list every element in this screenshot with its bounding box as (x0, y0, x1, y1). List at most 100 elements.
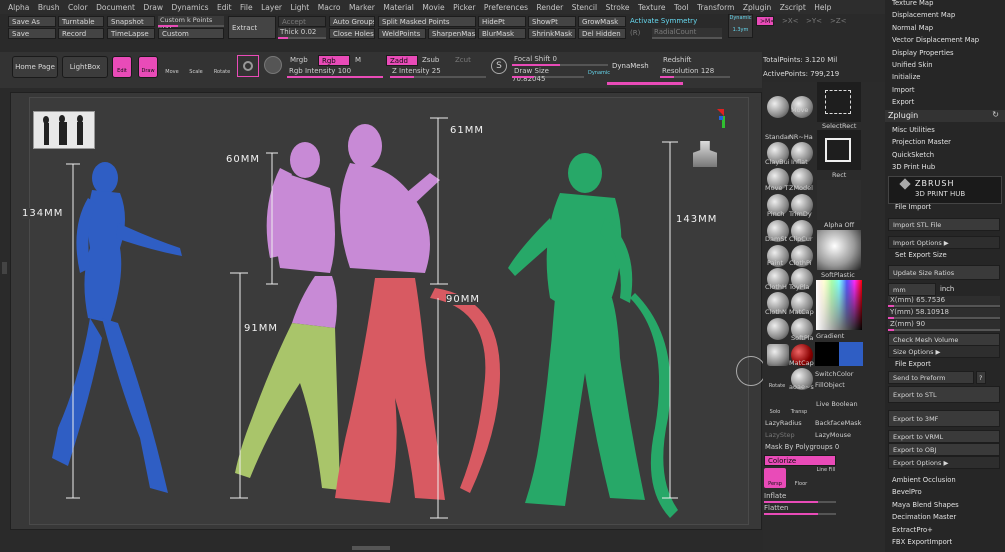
top_items-item-8[interactable]: Export (892, 98, 914, 106)
top_items-item-7[interactable]: Import (892, 86, 915, 94)
top_items-item-0[interactable]: Texture Map (892, 0, 933, 7)
export-obj-button[interactable]: Export to OBJ (888, 443, 1000, 456)
top_items-item-3[interactable]: Vector Displacement Map (892, 36, 979, 44)
lightbox-button[interactable]: LightBox (62, 56, 108, 78)
floor-button[interactable]: Floor (790, 468, 812, 488)
fill-object-button[interactable]: FillObject (815, 381, 845, 389)
z-mm-slider[interactable]: Z(mm) 90 (888, 320, 1000, 331)
radial-count-slider[interactable]: RadialCount (652, 28, 722, 39)
import-options-button[interactable]: Import Options ▶ (888, 236, 1000, 249)
rect-stroke-thumb[interactable] (817, 130, 861, 170)
menu-item-stencil[interactable]: Stencil (572, 3, 597, 12)
menu-item-document[interactable]: Document (96, 3, 135, 12)
sym-m-button[interactable]: >M< (756, 16, 774, 26)
menu-item-edit[interactable]: Edit (217, 3, 232, 12)
bottom_items-item-0[interactable]: Ambient Occlusion (892, 476, 956, 484)
timelapse-button[interactable]: TimeLapse (107, 28, 155, 39)
zadd-button[interactable]: Zadd (386, 55, 418, 66)
close-holes-button[interactable]: Close Holes (329, 28, 375, 39)
menu-item-draw[interactable]: Draw (143, 3, 163, 12)
menu-item-color[interactable]: Color (68, 3, 88, 12)
menu-item-render[interactable]: Render (537, 3, 564, 12)
top_items-item-2[interactable]: Normal Map (892, 24, 933, 32)
sharpen-mask-button[interactable]: SharpenMask (428, 28, 476, 39)
main-color-swatch[interactable] (815, 342, 839, 366)
live-boolean-button[interactable]: Live Boolean (816, 400, 858, 408)
lazy-radius-label[interactable]: LazyRadius (765, 419, 802, 427)
mask-by-polygroups-slider[interactable]: Mask By Polygroups 0 (765, 443, 839, 451)
brush-alpha-thumb-icon[interactable] (767, 344, 789, 366)
menu-item-texture[interactable]: Texture (638, 3, 665, 12)
transp-button[interactable]: Transp (790, 398, 808, 416)
split-masked-points-button[interactable]: Split Masked Points (378, 16, 476, 27)
thick-slider[interactable]: Thick 0.02 (278, 28, 326, 39)
zplugin-header[interactable]: Zplugin ↻ (885, 110, 1005, 122)
top_items-item-6[interactable]: Initialize (892, 73, 920, 81)
blur-mask-button[interactable]: BlurMask (478, 28, 526, 39)
weld-points-button[interactable]: WeldPoints (378, 28, 426, 39)
export-vrml-button[interactable]: Export to VRML (888, 430, 1000, 443)
resolution-slider[interactable]: Resolution 128 (660, 67, 730, 78)
sphere-material-icon[interactable] (264, 56, 282, 74)
secondary-color-swatch[interactable] (839, 342, 863, 366)
save-button[interactable]: Save (8, 28, 56, 39)
y-mm-slider[interactable]: Y(mm) 58.10918 (888, 308, 1000, 319)
accept-button[interactable]: Accept (278, 16, 326, 27)
document-canvas[interactable]: 134MM 60MM 61MM 143MM 91MM 90MM (22, 97, 749, 525)
bottom_items-item-3[interactable]: Decimation Master (892, 513, 956, 521)
snapshot-button[interactable]: Snapshot (107, 16, 155, 27)
colorize-button[interactable]: Colorize (764, 455, 836, 466)
menu-item-macro[interactable]: Macro (318, 3, 341, 12)
bottom_items-item-5[interactable]: FBX ExportImport (892, 538, 952, 546)
canvas-viewport[interactable]: 134MM 60MM 61MM 143MM 91MM 90MM (10, 92, 762, 530)
lazy-mouse-toggle[interactable]: LazyMouse (815, 431, 851, 439)
rgb-intensity-slider[interactable]: Rgb Intensity 100 (287, 67, 383, 78)
grow-mask-button[interactable]: GrowMask (578, 16, 626, 27)
unit-mm-button[interactable]: mm (888, 283, 936, 296)
unit-inch-button[interactable]: inch (940, 285, 954, 293)
move-mode-button[interactable]: Move (164, 58, 180, 76)
bottom_items-item-4[interactable]: ExtractPro+ (892, 526, 933, 534)
zsub-button[interactable]: Zsub (422, 56, 439, 64)
menu-item-material[interactable]: Material (383, 3, 413, 12)
save-as-button[interactable]: Save As (8, 16, 56, 27)
menu-item-alpha[interactable]: Alpha (8, 3, 29, 12)
flatten-slider[interactable]: Flatten (764, 504, 836, 515)
zp_items-item-2[interactable]: QuickSketch (892, 151, 934, 159)
turntable-button[interactable]: Turntable (58, 16, 104, 27)
sym-y-button[interactable]: >Y< (806, 17, 822, 25)
custom-button[interactable]: Custom (158, 28, 224, 39)
inflate-slider[interactable]: Inflate (764, 492, 836, 503)
navigation-ring-icon[interactable] (736, 356, 766, 386)
color-picker[interactable] (816, 280, 862, 330)
brush-move-topo-icon[interactable] (767, 318, 789, 340)
menu-item-file[interactable]: File (240, 3, 253, 12)
m-button[interactable]: M (355, 56, 361, 64)
draw-palette-icon[interactable] (237, 55, 259, 77)
alpha-off-thumb[interactable] (817, 180, 861, 220)
bottom-tray-handle[interactable] (352, 546, 390, 550)
backface-mask-button[interactable]: BackfaceMask (815, 419, 861, 427)
bottom_items-item-1[interactable]: BevelPro (892, 488, 922, 496)
home-page-button[interactable]: Home Page (12, 56, 58, 78)
rgb-button[interactable]: Rgb (318, 55, 350, 66)
del-hidden-button[interactable]: Del Hidden (578, 28, 626, 39)
auto-groups-button[interactable]: Auto Groups (329, 16, 375, 27)
menu-item-movie[interactable]: Movie (422, 3, 444, 12)
line-fill-button[interactable]: Line Fill (815, 467, 837, 487)
send-to-preform-button[interactable]: Send to Preform (888, 371, 974, 384)
menu-item-marker[interactable]: Marker (349, 3, 375, 12)
extract-button[interactable]: Extract (228, 16, 276, 39)
sym-z-button[interactable]: >Z< (830, 17, 847, 25)
menu-item-transform[interactable]: Transform (697, 3, 734, 12)
menu-item-zplugin[interactable]: Zplugin (743, 3, 771, 12)
redshift-toggle[interactable]: Redshift (663, 56, 691, 64)
custom-k-points-slider[interactable]: Custom k Points 400 (158, 16, 224, 32)
bottom_items-item-2[interactable]: Maya Blend Shapes (892, 501, 959, 509)
rotate-mode-button[interactable]: Rotate (212, 58, 232, 76)
stroke-icon[interactable]: S (491, 58, 507, 74)
softplastic-material-thumb[interactable] (817, 230, 861, 270)
solo-button[interactable]: Solo (766, 398, 784, 416)
menu-item-light[interactable]: Light (291, 3, 310, 12)
sym-x-button[interactable]: >X< (782, 17, 799, 25)
